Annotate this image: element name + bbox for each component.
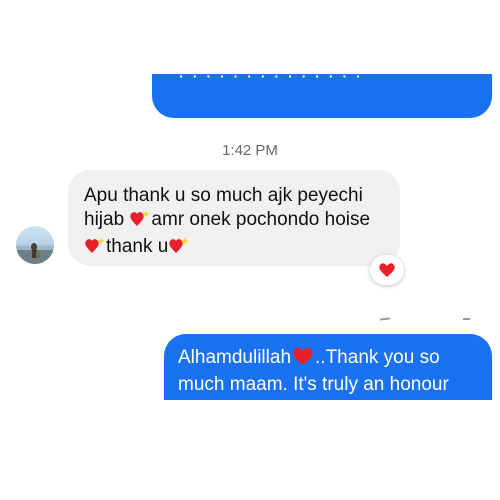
separator-mark bbox=[379, 317, 391, 321]
heart-reaction-icon bbox=[379, 263, 395, 277]
viewport-bottom-mask bbox=[0, 400, 500, 500]
message-text: · · · · · · · · · · · · · · bbox=[178, 74, 363, 87]
incoming-message-text: Apu thank u so much ajk peyechi hijab am… bbox=[84, 184, 394, 262]
avatar-photo-icon bbox=[16, 243, 54, 264]
chat-thread: · · · · · · · · · · · · · · 1:42 PM Apu … bbox=[0, 0, 500, 500]
message-timestamp: 1:42 PM bbox=[222, 142, 278, 159]
message-line: amr onek pochondo hoise bbox=[151, 209, 371, 230]
message-line: hijab bbox=[84, 209, 130, 230]
outgoing-message-bubble-previous[interactable]: · · · · · · · · · · · · · · bbox=[152, 74, 492, 118]
message-line: Apu thank u so much ajk peyechi bbox=[84, 185, 363, 206]
outgoing-message-text: Alhamdulillah ..Thank you so much maam. I… bbox=[178, 346, 486, 397]
contact-avatar[interactable] bbox=[16, 226, 54, 264]
heart-icon bbox=[291, 346, 315, 373]
heart-reaction-badge[interactable] bbox=[370, 255, 404, 285]
message-line: thank u bbox=[106, 236, 169, 257]
message-line: Alhamdulillah bbox=[178, 347, 292, 368]
sparkling-heart-icon bbox=[168, 235, 190, 262]
message-line: ..Thank you so bbox=[315, 347, 440, 368]
separator-mark bbox=[463, 318, 470, 320]
sparkling-heart-icon bbox=[84, 235, 106, 262]
incoming-message-bubble[interactable]: Apu thank u so much ajk peyechi hijab am… bbox=[68, 170, 400, 266]
sparkling-heart-icon bbox=[129, 208, 151, 235]
message-line: much maam. It's truly an honour bbox=[178, 374, 449, 395]
